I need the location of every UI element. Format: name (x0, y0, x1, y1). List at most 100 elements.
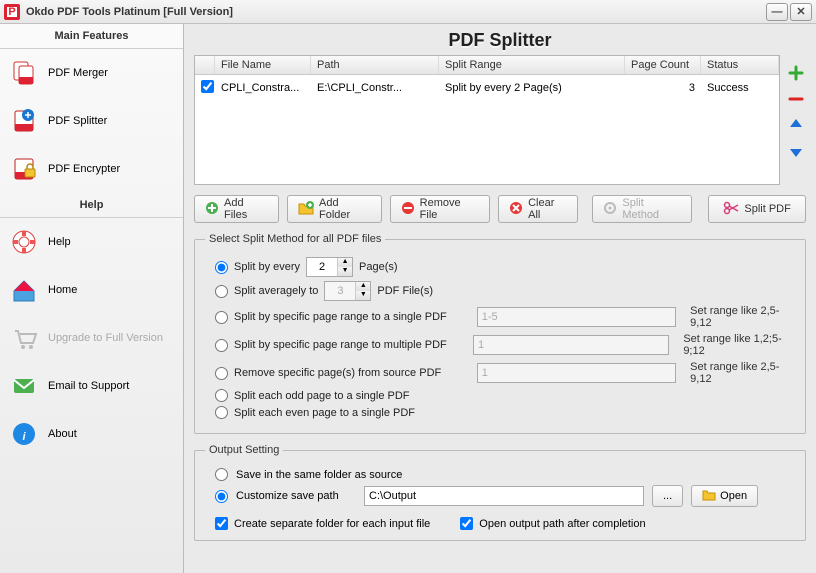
radio-split-even[interactable] (215, 406, 228, 419)
radio-range-single[interactable] (215, 311, 228, 324)
split-method-button: Split Method (592, 195, 692, 223)
label-separate-folder: Create separate folder for each input fi… (234, 518, 430, 530)
btn-label: Split Method (622, 197, 681, 221)
remove-file-button[interactable]: Remove File (390, 195, 490, 223)
every-value[interactable] (307, 258, 337, 276)
radio-split-average[interactable] (215, 285, 228, 298)
minimize-button[interactable]: — (766, 3, 788, 21)
info-icon: i (10, 420, 38, 448)
column-path[interactable]: Path (311, 56, 439, 74)
merge-icon (10, 59, 38, 87)
average-suffix: PDF File(s) (377, 285, 433, 297)
sidebar-item-email-support[interactable]: Email to Support (0, 362, 183, 410)
chk-open-after[interactable] (460, 517, 473, 530)
page-title: PDF Splitter (194, 30, 806, 51)
sidebar-item-pdf-encrypter[interactable]: PDF Encrypter (0, 145, 183, 193)
output-setting-legend: Output Setting (205, 444, 283, 456)
spin-up-icon: ▲ (356, 282, 370, 291)
btn-label: Clear All (528, 197, 567, 221)
sidebar-item-about[interactable]: i About (0, 410, 183, 458)
home-icon (10, 276, 38, 304)
radio-split-every[interactable] (215, 261, 228, 274)
radio-split-odd[interactable] (215, 389, 228, 402)
app-icon: P (4, 4, 20, 20)
label-range-multi: Split by specific page range to multiple… (234, 339, 467, 351)
column-page-count[interactable]: Page Count (625, 56, 701, 74)
lifebuoy-icon (10, 228, 38, 256)
content-area: PDF Splitter File Name Path Split Range … (184, 24, 816, 573)
add-files-button[interactable]: Add Files (194, 195, 279, 223)
row-checkbox[interactable] (201, 80, 214, 93)
sidebar-item-help[interactable]: Help (0, 218, 183, 266)
column-filename[interactable]: File Name (215, 56, 311, 74)
radio-range-multi[interactable] (215, 339, 228, 352)
chk-separate-folder[interactable] (215, 517, 228, 530)
spin-down-icon[interactable]: ▼ (338, 267, 352, 276)
range-multi-input (473, 335, 669, 355)
sidebar-item-label: Help (48, 236, 71, 248)
clear-all-button[interactable]: Clear All (498, 195, 578, 223)
row-status: Success (701, 80, 779, 96)
lock-icon (10, 155, 38, 183)
clear-icon (509, 201, 523, 218)
titlebar: P Okdo PDF Tools Platinum [Full Version]… (0, 0, 816, 24)
sidebar-item-pdf-splitter[interactable]: PDF Splitter (0, 97, 183, 145)
open-label: Open (720, 490, 747, 502)
add-row-button[interactable] (788, 65, 804, 81)
label-split-even: Split each even page to a single PDF (234, 407, 415, 419)
radio-custom-path[interactable] (215, 490, 228, 503)
table-row[interactable]: CPLI_Constra... E:\CPLI_Constr... Split … (195, 75, 779, 101)
folder-icon (702, 489, 716, 504)
split-icon (10, 107, 38, 135)
every-suffix: Page(s) (359, 261, 398, 273)
scissors-icon (723, 201, 739, 218)
spin-up-icon[interactable]: ▲ (338, 258, 352, 267)
file-table: File Name Path Split Range Page Count St… (194, 55, 780, 185)
remove-row-button[interactable] (788, 91, 804, 107)
output-path-input[interactable] (364, 486, 644, 506)
sidebar-item-home[interactable]: Home (0, 266, 183, 314)
minus-icon (401, 201, 415, 218)
label-split-every: Split by every (234, 261, 300, 273)
move-up-button[interactable] (788, 117, 804, 133)
sidebar: Main Features PDF Merger PDF Splitter PD… (0, 24, 184, 573)
column-split-range[interactable]: Split Range (439, 56, 625, 74)
label-range-single: Split by specific page range to a single… (234, 311, 471, 323)
move-down-button[interactable] (788, 143, 804, 159)
column-checkbox[interactable] (195, 56, 215, 74)
sidebar-header-main-features: Main Features (0, 24, 183, 49)
sidebar-item-label: Home (48, 284, 77, 296)
remove-pages-input (477, 363, 676, 383)
row-pagecount: 3 (625, 80, 701, 96)
split-pdf-button[interactable]: Split PDF (708, 195, 806, 223)
split-method-legend: Select Split Method for all PDF files (205, 233, 385, 245)
sidebar-item-label: PDF Splitter (48, 115, 107, 127)
sidebar-item-label: Email to Support (48, 380, 129, 392)
average-spinner: ▲▼ (324, 281, 371, 301)
add-folder-button[interactable]: Add Folder (287, 195, 382, 223)
range-single-hint: Set range like 2,5-9,12 (690, 305, 795, 329)
sidebar-header-help: Help (0, 193, 183, 218)
sidebar-item-label: Upgrade to Full Version (48, 332, 163, 344)
radio-save-same-folder[interactable] (215, 468, 228, 481)
gear-icon (603, 201, 617, 218)
btn-label: Add Files (224, 197, 268, 221)
row-filename: CPLI_Constra... (215, 80, 311, 96)
output-setting-group: Output Setting Save in the same folder a… (194, 444, 806, 541)
column-status[interactable]: Status (701, 56, 779, 74)
remove-pages-hint: Set range like 2,5-9,12 (690, 361, 795, 385)
sidebar-item-pdf-merger[interactable]: PDF Merger (0, 49, 183, 97)
label-split-odd: Split each odd page to a single PDF (234, 390, 410, 402)
radio-remove-pages[interactable] (215, 367, 228, 380)
sidebar-item-label: PDF Encrypter (48, 163, 120, 175)
folder-plus-icon (298, 201, 314, 218)
sidebar-item-label: PDF Merger (48, 67, 108, 79)
row-range: Split by every 2 Page(s) (439, 80, 625, 96)
close-button[interactable]: ✕ (790, 3, 812, 21)
open-folder-button[interactable]: Open (691, 485, 758, 507)
sidebar-item-upgrade: Upgrade to Full Version (0, 314, 183, 362)
every-spinner[interactable]: ▲▼ (306, 257, 353, 277)
cart-icon (10, 324, 38, 352)
browse-button[interactable]: ... (652, 485, 683, 507)
average-value (325, 282, 355, 300)
